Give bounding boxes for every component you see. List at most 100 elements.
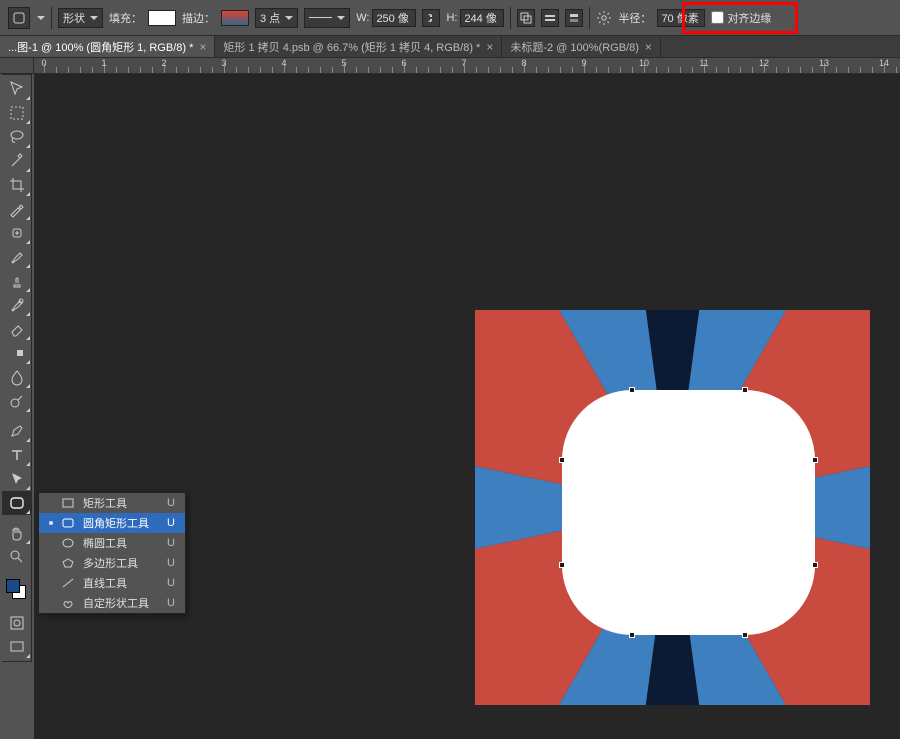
flyout-item-ellipse[interactable]: 椭圆工具 U <box>39 533 185 553</box>
document-tab[interactable]: 未标题-2 @ 100%(RGB/8) × <box>502 36 661 57</box>
canvas-area[interactable] <box>34 74 900 739</box>
shape-mode-select[interactable]: 形状 <box>58 8 103 28</box>
align-edges-check[interactable] <box>711 11 724 24</box>
ruler-horizontal[interactable]: 01234567891011121314 <box>34 58 900 74</box>
h-label: H: <box>446 12 457 24</box>
blur-tool[interactable] <box>2 365 31 389</box>
link-wh-button[interactable] <box>422 9 440 27</box>
eraser-tool[interactable] <box>2 317 31 341</box>
tab-label: ...图-1 @ 100% (圆角矩形 1, RGB/8) * <box>8 39 193 55</box>
flyout-shortcut: U <box>167 517 175 529</box>
tab-label: 矩形 1 拷贝 4.psb @ 66.7% (矩形 1 拷贝 4, RGB/8)… <box>223 39 480 55</box>
ellipse-icon <box>61 538 75 548</box>
stroke-width-select[interactable]: 3 点 <box>255 8 298 28</box>
shape-tool-flyout: 矩形工具 U 圆角矩形工具 U 椭圆工具 U 多边形工具 U 直线工具 U <box>38 492 186 614</box>
height-input[interactable] <box>460 9 504 27</box>
pen-tool[interactable] <box>2 419 31 443</box>
document-tab[interactable]: ...图-1 @ 100% (圆角矩形 1, RGB/8) * × <box>0 36 215 57</box>
tools-panel <box>2 74 32 662</box>
path-align-button[interactable] <box>541 9 559 27</box>
fill-label: 填充： <box>109 10 142 26</box>
path-select-tool[interactable] <box>2 467 31 491</box>
shape-mode-label: 形状 <box>63 10 85 26</box>
path-arrange-button[interactable] <box>565 9 583 27</box>
hand-tool[interactable] <box>2 521 31 545</box>
w-label: W: <box>356 12 369 24</box>
flyout-label: 椭圆工具 <box>83 535 127 551</box>
stamp-tool[interactable] <box>2 269 31 293</box>
brush-tool[interactable] <box>2 245 31 269</box>
color-swatches[interactable] <box>2 575 31 605</box>
eyedropper-tool[interactable] <box>2 197 31 221</box>
divider <box>589 7 590 29</box>
wand-tool[interactable] <box>2 149 31 173</box>
tab-label: 未标题-2 @ 100%(RGB/8) <box>510 39 639 55</box>
ruler-corner <box>0 58 34 74</box>
width-input[interactable] <box>372 9 416 27</box>
path-combine-button[interactable] <box>517 9 535 27</box>
options-bar: 形状 填充： 描边： 3 点 W: H: 半径： 对齐边缘 <box>0 0 900 36</box>
lasso-tool[interactable] <box>2 125 31 149</box>
flyout-item-rectangle[interactable]: 矩形工具 U <box>39 493 185 513</box>
history-brush-tool[interactable] <box>2 293 31 317</box>
chevron-down-icon <box>90 16 98 20</box>
chevron-down-icon[interactable] <box>37 16 45 20</box>
fg-color-swatch[interactable] <box>6 579 20 593</box>
stroke-swatch[interactable] <box>221 10 249 26</box>
document-tab[interactable]: 矩形 1 拷贝 4.psb @ 66.7% (矩形 1 拷贝 4, RGB/8)… <box>215 36 502 57</box>
flyout-label: 矩形工具 <box>83 495 127 511</box>
marquee-tool[interactable] <box>2 101 31 125</box>
align-edges-checkbox[interactable]: 对齐边缘 <box>711 10 771 26</box>
close-icon[interactable]: × <box>199 40 206 54</box>
close-icon[interactable]: × <box>645 40 652 54</box>
divider <box>51 7 52 29</box>
radius-input[interactable] <box>657 9 705 27</box>
line-icon <box>61 578 75 588</box>
flyout-label: 多边形工具 <box>83 555 138 571</box>
stroke-width-value: 3 点 <box>260 10 280 26</box>
close-icon[interactable]: × <box>486 40 493 54</box>
flyout-item-line[interactable]: 直线工具 U <box>39 573 185 593</box>
flyout-shortcut: U <box>167 597 175 609</box>
workspace: 01234567891011121314 <box>0 58 900 739</box>
flyout-shortcut: U <box>167 537 175 549</box>
canvas[interactable] <box>475 310 870 705</box>
dodge-tool[interactable] <box>2 389 31 413</box>
chevron-down-icon <box>285 16 293 20</box>
flyout-item-custom[interactable]: 自定形状工具 U <box>39 593 185 613</box>
type-tool[interactable] <box>2 443 31 467</box>
selected-dot-icon <box>49 521 53 525</box>
quickmask-toggle[interactable] <box>2 611 31 635</box>
chevron-down-icon <box>337 16 345 20</box>
radius-label: 半径： <box>618 10 651 26</box>
flyout-shortcut: U <box>167 577 175 589</box>
move-tool[interactable] <box>2 77 31 101</box>
zoom-tool[interactable] <box>2 545 31 569</box>
gradient-tool[interactable] <box>2 341 31 365</box>
document-tabs: ...图-1 @ 100% (圆角矩形 1, RGB/8) * × 矩形 1 拷… <box>0 36 900 58</box>
flyout-label: 自定形状工具 <box>83 595 149 611</box>
healing-tool[interactable] <box>2 221 31 245</box>
flyout-item-rounded-rect[interactable]: 圆角矩形工具 U <box>39 513 185 533</box>
stroke-style-select[interactable] <box>304 8 350 28</box>
rounded-rect-shape[interactable] <box>562 390 815 635</box>
flyout-shortcut: U <box>167 557 175 569</box>
round-rect-icon <box>61 518 75 528</box>
gear-icon[interactable] <box>596 10 612 26</box>
tool-preset-picker[interactable] <box>8 7 30 29</box>
flyout-label: 圆角矩形工具 <box>83 515 149 531</box>
align-edges-label: 对齐边缘 <box>727 10 771 26</box>
fill-swatch[interactable] <box>148 10 176 26</box>
shape-tool[interactable] <box>2 491 31 515</box>
divider <box>510 7 511 29</box>
line-icon <box>309 17 332 18</box>
flyout-label: 直线工具 <box>83 575 127 591</box>
flyout-item-polygon[interactable]: 多边形工具 U <box>39 553 185 573</box>
polygon-icon <box>61 558 75 568</box>
screenmode-toggle[interactable] <box>2 635 31 659</box>
flyout-shortcut: U <box>167 497 175 509</box>
stroke-label: 描边： <box>182 10 215 26</box>
crop-tool[interactable] <box>2 173 31 197</box>
custom-shape-icon <box>61 598 75 608</box>
rect-icon <box>61 498 75 508</box>
